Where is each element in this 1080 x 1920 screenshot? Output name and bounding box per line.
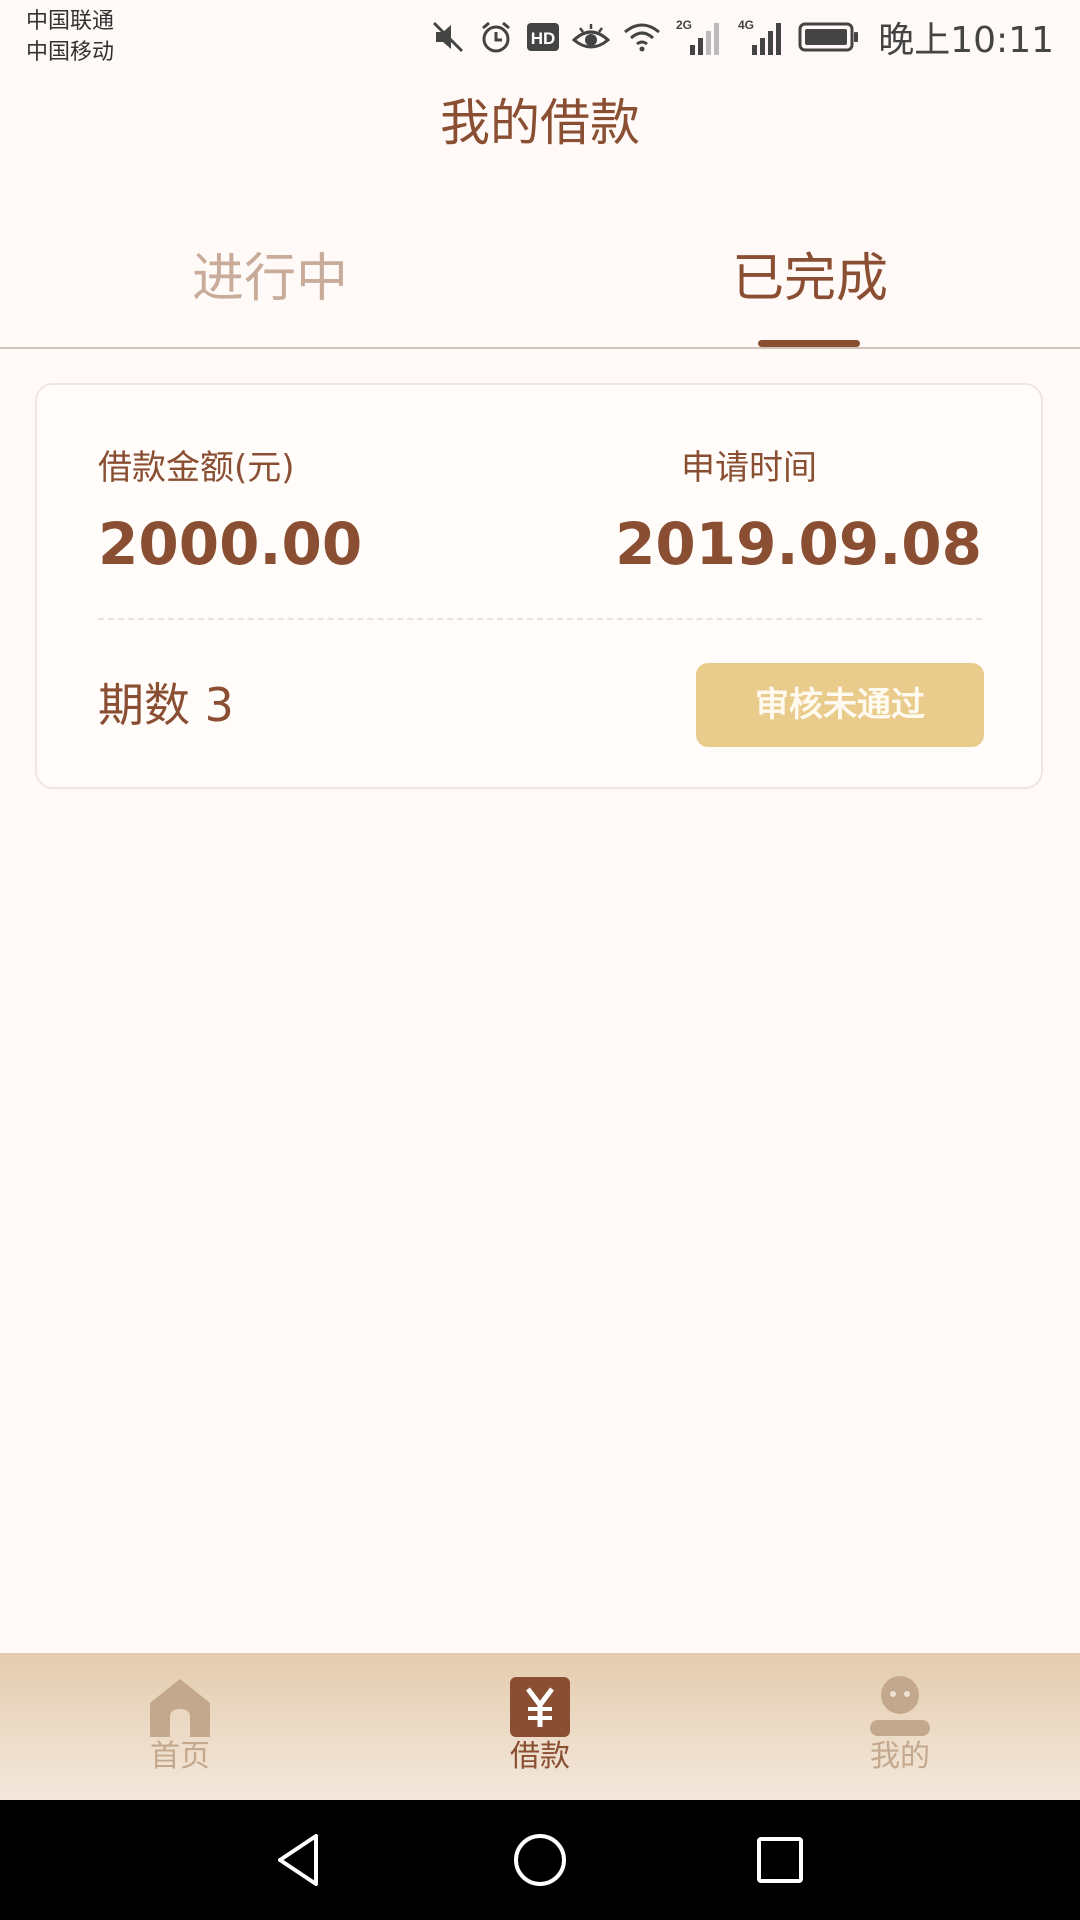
apply-date-value: 2019.09.08 bbox=[615, 510, 982, 578]
loan-status-tabs: 进行中 已完成 bbox=[0, 220, 1080, 349]
tab-completed[interactable]: 已完成 bbox=[540, 244, 1080, 314]
bottom-tab-loan-label: 借款 bbox=[510, 1739, 570, 1774]
bottom-tab-home-label: 首页 bbox=[150, 1739, 210, 1774]
carrier-1: 中国联通 bbox=[26, 9, 115, 34]
yuan-icon bbox=[508, 1675, 572, 1739]
active-tab-indicator bbox=[758, 340, 860, 347]
installment-count: 期数 3 bbox=[98, 678, 234, 732]
carrier-info: 中国联通 中国移动 bbox=[26, 6, 114, 68]
battery-icon bbox=[798, 21, 860, 53]
status-icons: HD 2G 4G 晚上10:11 bbox=[430, 12, 1054, 62]
svg-text:2G: 2G bbox=[676, 18, 692, 32]
bottom-tab-mine-label: 我的 bbox=[870, 1739, 930, 1774]
bottom-tab-loan[interactable]: 借款 bbox=[480, 1675, 600, 1775]
profile-icon bbox=[868, 1675, 932, 1739]
loan-amount-value: 2000.00 bbox=[98, 510, 363, 578]
home-circle-icon[interactable] bbox=[510, 1830, 570, 1890]
bottom-tab-home[interactable]: 首页 bbox=[120, 1675, 240, 1775]
signal-2g-icon: 2G bbox=[674, 17, 724, 57]
back-icon[interactable] bbox=[270, 1830, 330, 1890]
review-status-button[interactable]: 审核未通过 bbox=[696, 663, 984, 747]
loan-amount-label: 借款金额(元) bbox=[98, 448, 295, 488]
svg-text:4G: 4G bbox=[738, 18, 754, 32]
mute-icon bbox=[430, 19, 466, 55]
bottom-tab-bar: 首页 借款 我的 bbox=[0, 1653, 1080, 1800]
hd-icon: HD bbox=[526, 21, 560, 53]
carrier-2: 中国移动 bbox=[26, 40, 115, 65]
signal-4g-icon: 4G bbox=[736, 17, 786, 57]
bottom-tab-mine[interactable]: 我的 bbox=[840, 1675, 960, 1775]
recents-icon[interactable] bbox=[750, 1830, 810, 1890]
clock: 晚上10:11 bbox=[878, 20, 1054, 61]
home-icon bbox=[148, 1675, 212, 1739]
tab-ongoing[interactable]: 进行中 bbox=[0, 244, 540, 314]
status-bar: 中国联通 中国移动 HD 2G 4G 晚上10:11 bbox=[0, 0, 1080, 74]
card-divider bbox=[98, 618, 982, 620]
apply-date-label: 申请时间 bbox=[681, 448, 817, 488]
system-nav-bar bbox=[0, 1800, 1080, 1920]
alarm-icon bbox=[478, 19, 514, 55]
svg-text:HD: HD bbox=[531, 29, 556, 48]
wifi-icon bbox=[622, 20, 662, 54]
loan-record-card[interactable]: 借款金额(元) 2000.00 申请时间 2019.09.08 期数 3 审核未… bbox=[35, 383, 1043, 789]
eye-icon bbox=[572, 20, 611, 54]
page-title: 我的借款 bbox=[440, 94, 640, 152]
